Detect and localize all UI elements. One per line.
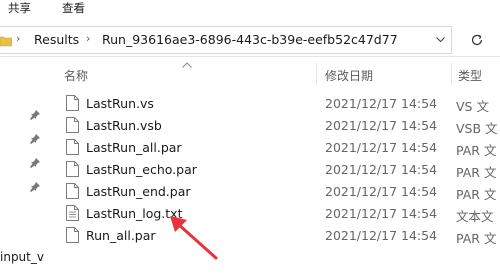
file-modified-date: 2021/12/17 14:54 — [325, 162, 438, 177]
file-row[interactable]: Run_all.par 2021/12/17 14:54 PAR 文 — [58, 225, 500, 247]
file-modified-date: 2021/12/17 14:54 — [325, 184, 438, 199]
file-type: VS 文 — [456, 99, 489, 114]
ribbon: 共享 查看 — [0, 0, 500, 16]
file-name[interactable]: LastRun.vs — [86, 96, 154, 111]
file-row[interactable]: LastRun_end.par 2021/12/17 14:54 PAR 文 — [58, 181, 500, 203]
navigation-pane — [0, 57, 48, 277]
file-name[interactable]: LastRun_all.par — [86, 140, 182, 155]
breadcrumb-results[interactable]: Results — [34, 32, 79, 47]
file-modified-date: 2021/12/17 14:54 — [325, 206, 438, 221]
column-header-modified[interactable]: 修改日期 — [325, 67, 373, 84]
pin-icon[interactable] — [30, 109, 40, 120]
file-type: VSB 文 — [456, 121, 498, 136]
chevron-down-icon[interactable] — [429, 27, 451, 53]
file-name[interactable]: LastRun_echo.par — [86, 162, 197, 177]
column-divider[interactable] — [316, 63, 317, 85]
file-row[interactable]: LastRun.vs 2021/12/17 14:54 VS 文 — [58, 93, 500, 115]
file-row[interactable]: LastRun.vsb 2021/12/17 14:54 VSB 文 — [58, 115, 500, 137]
file-row[interactable]: LastRun_all.par 2021/12/17 14:54 PAR 文 — [58, 137, 500, 159]
file-type: PAR 文 — [456, 231, 497, 246]
column-divider[interactable] — [451, 63, 452, 85]
column-header-type[interactable]: 类型 — [458, 67, 482, 84]
file-row[interactable]: LastRun_echo.par 2021/12/17 14:54 PAR 文 — [58, 159, 500, 181]
breadcrumb-separator[interactable]: › — [86, 32, 90, 45]
file-name[interactable]: LastRun.vsb — [86, 118, 162, 133]
pin-icon[interactable] — [30, 133, 40, 144]
document-icon — [66, 117, 79, 136]
refresh-icon — [471, 34, 483, 46]
document-icon — [66, 95, 79, 114]
file-type: 文本文 — [456, 209, 494, 224]
file-type: PAR 文 — [456, 187, 497, 202]
file-name[interactable]: Run_all.par — [86, 228, 156, 243]
document-icon — [66, 227, 79, 246]
folder-icon — [0, 35, 13, 50]
file-modified-date: 2021/12/17 14:54 — [325, 228, 438, 243]
breadcrumb-run-folder[interactable]: Run_93616ae3-6896-443c-b39e-eefb52c47d77 — [102, 32, 398, 47]
sort-ascending-icon — [182, 57, 192, 71]
file-modified-date: 2021/12/17 14:54 — [325, 140, 438, 155]
file-row[interactable]: LastRun_log.txt 2021/12/17 14:54 文本文 — [58, 203, 500, 225]
tab-share[interactable]: 共享 — [8, 0, 31, 16]
address-bar-area: › Results › Run_93616ae3-6896-443c-b39e-… — [0, 26, 500, 57]
refresh-button[interactable] — [460, 27, 494, 53]
breadcrumb-separator[interactable]: › — [16, 32, 20, 45]
document-icon — [66, 139, 79, 158]
tab-view[interactable]: 查看 — [62, 0, 85, 16]
text-document-icon — [66, 205, 79, 224]
document-icon — [66, 183, 79, 202]
file-list: 名称 修改日期 类型 LastRun.vs 2021/12/17 14:54 VS … — [48, 57, 500, 277]
nav-item-input[interactable]: input_v — [0, 250, 44, 264]
file-type: PAR 文 — [456, 165, 497, 180]
file-modified-date: 2021/12/17 14:54 — [325, 96, 438, 111]
address-bar[interactable]: › Results › Run_93616ae3-6896-443c-b39e-… — [0, 26, 452, 54]
pin-icon[interactable] — [30, 181, 40, 192]
annotation-arrow-icon — [170, 216, 218, 260]
document-icon — [66, 161, 79, 180]
file-modified-date: 2021/12/17 14:54 — [325, 118, 438, 133]
pin-icon[interactable] — [30, 157, 40, 168]
column-header-name[interactable]: 名称 — [64, 67, 88, 84]
file-name[interactable]: LastRun_end.par — [86, 184, 191, 199]
file-type: PAR 文 — [456, 143, 497, 158]
